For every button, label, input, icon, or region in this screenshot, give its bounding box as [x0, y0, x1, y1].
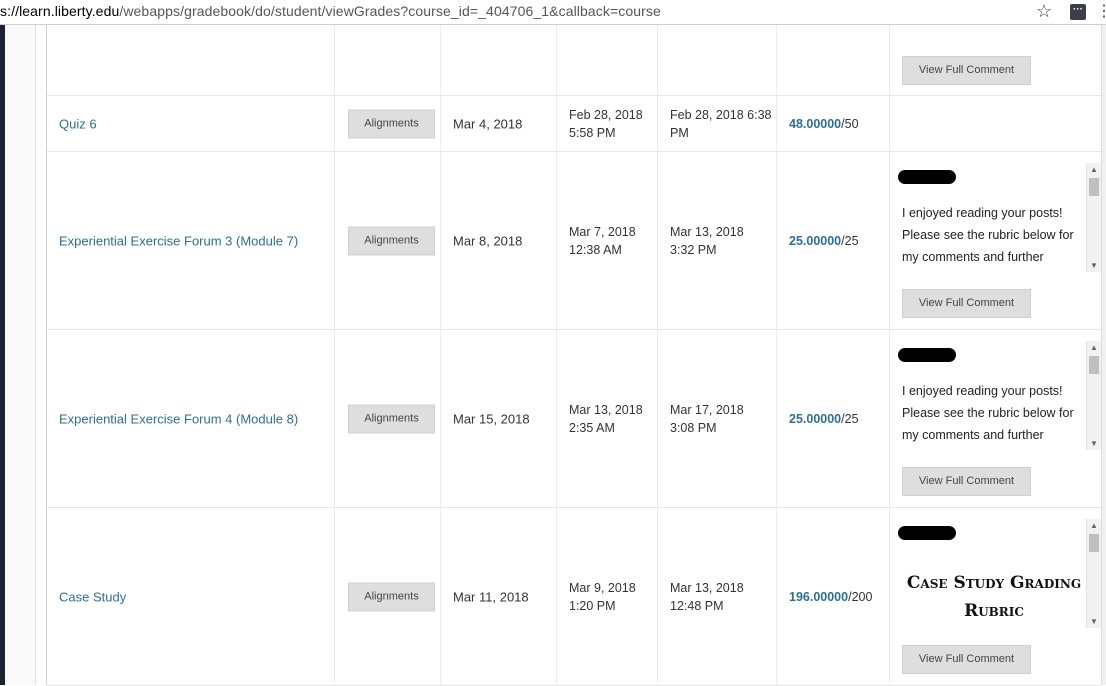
due-date: Mar 8, 2018	[453, 233, 523, 248]
view-full-comment-button[interactable]: View Full Comment	[902, 56, 1031, 85]
grade-score: 25.00000	[789, 233, 842, 248]
feedback-text: I enjoyed reading your posts! Please see…	[902, 206, 1074, 264]
feedback-cell	[890, 96, 1101, 151]
scroll-thumb[interactable]	[1089, 356, 1099, 374]
submitted-date-time: 2:35 AM	[569, 420, 615, 435]
url-path: /webapps/gradebook/do/student/viewGrades…	[119, 3, 661, 19]
table-row: Experiential Exercise Forum 4 (Module 8)…	[47, 330, 1101, 508]
item-cell: Case Study	[47, 508, 335, 685]
scroll-up-arrow-icon[interactable]: ▲	[1090, 521, 1098, 530]
due-date: Mar 15, 2018	[453, 411, 530, 426]
grade-max: /200	[848, 589, 873, 604]
alignments-button[interactable]: Alignments	[348, 404, 435, 433]
item-cell: Quiz 6	[47, 96, 335, 151]
submitted-date-day: Feb 28, 2018	[569, 107, 643, 122]
browser-address-bar: s://learn.liberty.edu/webapps/gradebook/…	[0, 0, 1106, 25]
scroll-down-arrow-icon[interactable]: ▼	[1090, 439, 1098, 448]
item-link[interactable]: Quiz 6	[59, 116, 97, 131]
graded-date: Mar 13, 2018 12:48 PM	[670, 579, 744, 615]
scroll-down-arrow-icon[interactable]: ▼	[1090, 617, 1098, 626]
submitted-date: Mar 7, 2018 12:38 AM	[569, 223, 636, 259]
scroll-thumb[interactable]	[1089, 534, 1099, 552]
rubric-heading-line-1: Case Study Grading	[906, 573, 1082, 593]
item-link[interactable]: Experiential Exercise Forum 3 (Module 7)	[59, 233, 298, 248]
browser-menu-icon[interactable]: ⋮	[1096, 2, 1106, 22]
graded-date-day: Mar 17, 2018	[670, 402, 744, 417]
alignments-button[interactable]: Alignments	[348, 109, 435, 138]
feedback-scrollbar[interactable]: ▲ ▼	[1086, 341, 1101, 450]
due-date: Mar 4, 2018	[453, 116, 523, 131]
extension-icon[interactable]: ···	[1070, 4, 1086, 20]
feedback-preview[interactable]: I enjoyed reading your posts! Please see…	[890, 341, 1101, 450]
feedback-rubric-heading: Case Study Grading Rubric	[890, 569, 1098, 625]
table-row: View Full Comment	[47, 25, 1101, 96]
feedback-cell: Case Study Grading Rubric ▲ ▼ View Full …	[890, 508, 1101, 685]
feedback-cell: View Full Comment	[890, 25, 1101, 95]
scroll-down-arrow-icon[interactable]: ▼	[1090, 261, 1098, 270]
feedback-scrollbar[interactable]: ▲ ▼	[1086, 163, 1101, 272]
grade-score: 25.00000	[789, 411, 842, 426]
feedback-cell: I enjoyed reading your posts! Please see…	[890, 152, 1101, 329]
submitted-date-day: Mar 9, 2018	[569, 580, 636, 595]
feedback-preview[interactable]: I enjoyed reading your posts! Please see…	[890, 163, 1101, 272]
bookmark-star-icon[interactable]: ☆	[1036, 1, 1052, 21]
url-field[interactable]: s://learn.liberty.edu/webapps/gradebook/…	[0, 3, 661, 19]
graded-date-day: Mar 13, 2018	[670, 224, 744, 239]
due-date: Mar 11, 2018	[453, 589, 529, 604]
page-scrollbar[interactable]	[1101, 25, 1106, 685]
submitted-date: Mar 9, 2018 1:20 PM	[569, 579, 636, 615]
item-link[interactable]: Case Study	[59, 589, 126, 604]
grade-score: 196.00000	[789, 589, 849, 604]
alignments-button[interactable]: Alignments	[348, 226, 435, 255]
submitted-date-day: Mar 13, 2018	[569, 402, 643, 417]
table-row: Case Study Alignments Mar 11, 2018 Mar 9…	[47, 508, 1101, 686]
view-full-comment-button[interactable]: View Full Comment	[902, 645, 1031, 674]
grade-score: 48.00000	[789, 116, 842, 131]
scroll-up-arrow-icon[interactable]: ▲	[1090, 165, 1098, 174]
redacted-name	[898, 348, 956, 362]
item-link[interactable]: Experiential Exercise Forum 4 (Module 8)	[59, 411, 298, 426]
feedback-text: I enjoyed reading your posts! Please see…	[902, 384, 1074, 442]
grade-value: 48.00000/50	[789, 117, 859, 131]
submitted-date: Mar 13, 2018 2:35 AM	[569, 401, 643, 437]
graded-date-time: 3:08 PM	[670, 420, 717, 435]
feedback-cell: I enjoyed reading your posts! Please see…	[890, 330, 1101, 507]
graded-date-time: 3:32 PM	[670, 242, 717, 257]
alignments-button[interactable]: Alignments	[348, 582, 435, 611]
graded-date: Mar 17, 2018 3:08 PM	[670, 401, 744, 437]
grade-value: 25.00000/25	[789, 234, 859, 248]
submitted-date: Feb 28, 2018 5:58 PM	[569, 106, 643, 142]
sidebar-gap	[5, 25, 35, 685]
submitted-date-time: 1:20 PM	[569, 598, 616, 613]
rubric-heading-line-2: Rubric	[964, 601, 1024, 621]
table-row: Experiential Exercise Forum 3 (Module 7)…	[47, 152, 1101, 330]
grade-max: /25	[841, 233, 859, 248]
grade-max: /25	[841, 411, 859, 426]
grade-value: 25.00000/25	[789, 412, 859, 426]
graded-date: Feb 28, 2018 6:38 PM	[670, 106, 771, 142]
item-cell: Experiential Exercise Forum 4 (Module 8)	[47, 330, 335, 507]
table-row: Quiz 6 Alignments Mar 4, 2018 Feb 28, 20…	[47, 96, 1101, 152]
submitted-date-time: 12:38 AM	[569, 242, 622, 257]
graded-date-day: Feb 28, 2018 6:38	[670, 107, 772, 122]
feedback-preview[interactable]: Case Study Grading Rubric ▲ ▼	[890, 519, 1101, 628]
view-full-comment-button[interactable]: View Full Comment	[902, 467, 1031, 496]
graded-date: Mar 13, 2018 3:32 PM	[670, 223, 744, 259]
redacted-name	[898, 170, 956, 184]
redacted-name	[898, 526, 956, 540]
submitted-date-time: 5:58 PM	[569, 125, 616, 140]
content-border	[35, 25, 36, 685]
scroll-thumb[interactable]	[1089, 178, 1099, 196]
view-full-comment-button[interactable]: View Full Comment	[902, 289, 1031, 318]
graded-date-day: Mar 13, 2018	[670, 580, 744, 595]
grade-value: 196.00000/200	[789, 590, 872, 604]
graded-date-time: 12:48 PM	[670, 598, 724, 613]
item-cell: Experiential Exercise Forum 3 (Module 7)	[47, 152, 335, 329]
url-host: s://learn.liberty.edu	[0, 3, 120, 19]
submitted-date-day: Mar 7, 2018	[569, 224, 636, 239]
graded-date-time: PM	[670, 125, 689, 140]
feedback-scrollbar[interactable]: ▲ ▼	[1086, 519, 1101, 628]
scroll-up-arrow-icon[interactable]: ▲	[1090, 343, 1098, 352]
grade-max: /50	[841, 116, 859, 131]
